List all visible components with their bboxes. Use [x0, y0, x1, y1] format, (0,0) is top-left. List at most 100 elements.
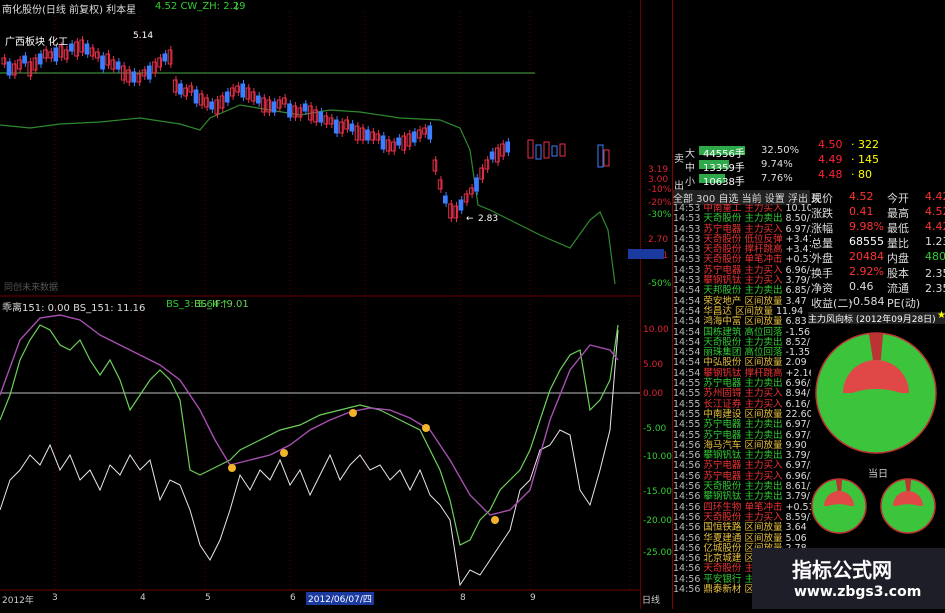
candle-body: [110, 59, 116, 70]
candle-body: [365, 129, 370, 141]
indicator-tick: -15.00: [643, 487, 673, 497]
candle-body: [146, 65, 152, 80]
bs3-line: [0, 324, 619, 546]
candle-body: [559, 143, 566, 157]
candle-body: [406, 133, 412, 147]
candle-body: [385, 139, 391, 152]
candle-body: [224, 91, 230, 103]
candle-body: [302, 103, 308, 112]
donut: [811, 478, 867, 534]
flow-volume: 13359手: [703, 163, 745, 174]
sell-price: 4.50: [818, 138, 843, 151]
price-tick: -10%: [648, 185, 672, 195]
candle-body: [1, 57, 7, 65]
candle-body: [494, 147, 500, 163]
candle-body: [328, 117, 334, 125]
candle-body: [603, 149, 610, 167]
candle-body: [448, 203, 453, 219]
candle-body: [443, 195, 448, 204]
bs151-line: [0, 329, 619, 587]
candle-body: [84, 43, 90, 55]
quote-label: 涨幅: [811, 222, 833, 235]
candle-body: [417, 129, 422, 139]
signal-dot: [349, 409, 357, 417]
candle-body: [100, 55, 105, 70]
candlesticks: [1, 36, 610, 222]
star-icon[interactable]: ★: [937, 310, 945, 321]
price-tick: 3.19: [648, 165, 669, 175]
bsif-label: BS_IF: 9.01: [194, 299, 249, 310]
flow-percent: 9.74%: [761, 159, 793, 170]
ma-line-top: [0, 104, 616, 285]
candle-body: [401, 135, 407, 151]
candle-body: [422, 127, 427, 135]
signal-dot: [228, 464, 236, 472]
candle-body: [69, 43, 74, 52]
quote-value: 4.52: [925, 205, 945, 218]
candle-body: [339, 121, 344, 134]
quote-label: 量比: [887, 237, 909, 250]
candle-body: [17, 59, 22, 70]
signal-dots: [228, 409, 499, 524]
candle-body: [349, 123, 355, 132]
logo-url: www.zbgs3.com: [794, 584, 922, 600]
indicator-tick: -25.00: [643, 548, 673, 558]
quote-label: 内盘: [887, 252, 909, 265]
candle-body: [63, 49, 69, 60]
month-label: 6: [290, 593, 296, 603]
candle-body: [261, 97, 266, 113]
watermark: 同创未来数据: [4, 283, 59, 293]
candle-body: [489, 151, 495, 160]
flow-size-label: 大: [685, 149, 695, 160]
quote-label: 换手: [811, 267, 833, 280]
candle-body: [256, 95, 261, 104]
quote-label: 股本: [887, 267, 909, 280]
date-box: 2012/06/07/四: [306, 592, 374, 605]
signal-dot: [280, 449, 288, 457]
quote-label: 外盘: [811, 252, 833, 265]
candle-body: [6, 61, 12, 76]
price-tick: -30%: [648, 210, 672, 220]
indicator-tick: 0.00: [643, 389, 664, 399]
candle-body: [37, 53, 43, 65]
candle-body: [479, 167, 485, 180]
price-tick: -20%: [648, 198, 672, 208]
low-label-arrow-icon: ←: [466, 214, 474, 224]
flow-size-label: 小: [685, 177, 695, 188]
candle-body: [43, 49, 48, 59]
candle-body: [214, 99, 220, 115]
quote-label: 总量: [811, 237, 833, 250]
candle-body: [458, 199, 464, 211]
quote-label: 流通: [887, 282, 909, 295]
candle-body: [157, 57, 163, 68]
candle-body: [172, 79, 178, 93]
quote-value: 4.42: [925, 220, 945, 233]
candle-body: [597, 144, 604, 168]
candle-body: [167, 49, 173, 65]
quote-value: 0.41: [849, 205, 874, 218]
candle-body: [484, 159, 490, 170]
candle-body: [94, 51, 100, 59]
quote-label: 现价: [811, 192, 833, 205]
candle-body: [287, 103, 292, 118]
candle-body: [198, 93, 204, 106]
candle-body: [115, 61, 121, 70]
indicator-tick: -5.00: [643, 424, 667, 434]
candle-body: [396, 137, 401, 146]
candle-body: [437, 179, 443, 190]
quote-value: 1.23: [925, 235, 945, 248]
candle-body: [359, 127, 365, 141]
tick-tabs[interactable]: 全部 300 自选 当前 设置 浮出 关: [673, 190, 821, 205]
sell-volume: · 80: [851, 168, 872, 181]
donut-title: 主力风向标 (2012年09月28日): [808, 312, 945, 324]
chart-title: 南化股份(日线 前复权) 利本星: [2, 5, 137, 16]
candle-body: [188, 85, 194, 93]
candle-body: [178, 83, 183, 95]
candle-body: [193, 89, 199, 104]
candle-body: [344, 119, 350, 130]
quote-value: 0.46: [849, 280, 874, 293]
price-tick: 3.00: [648, 175, 669, 185]
indicator-tick: 5.00: [643, 360, 664, 370]
chart-area[interactable]: 南化股份(日线 前复权) 利本星 4.52 CW_ZH: 2.29 ↓ 广西板块…: [0, 0, 672, 609]
candle-body: [354, 125, 360, 141]
